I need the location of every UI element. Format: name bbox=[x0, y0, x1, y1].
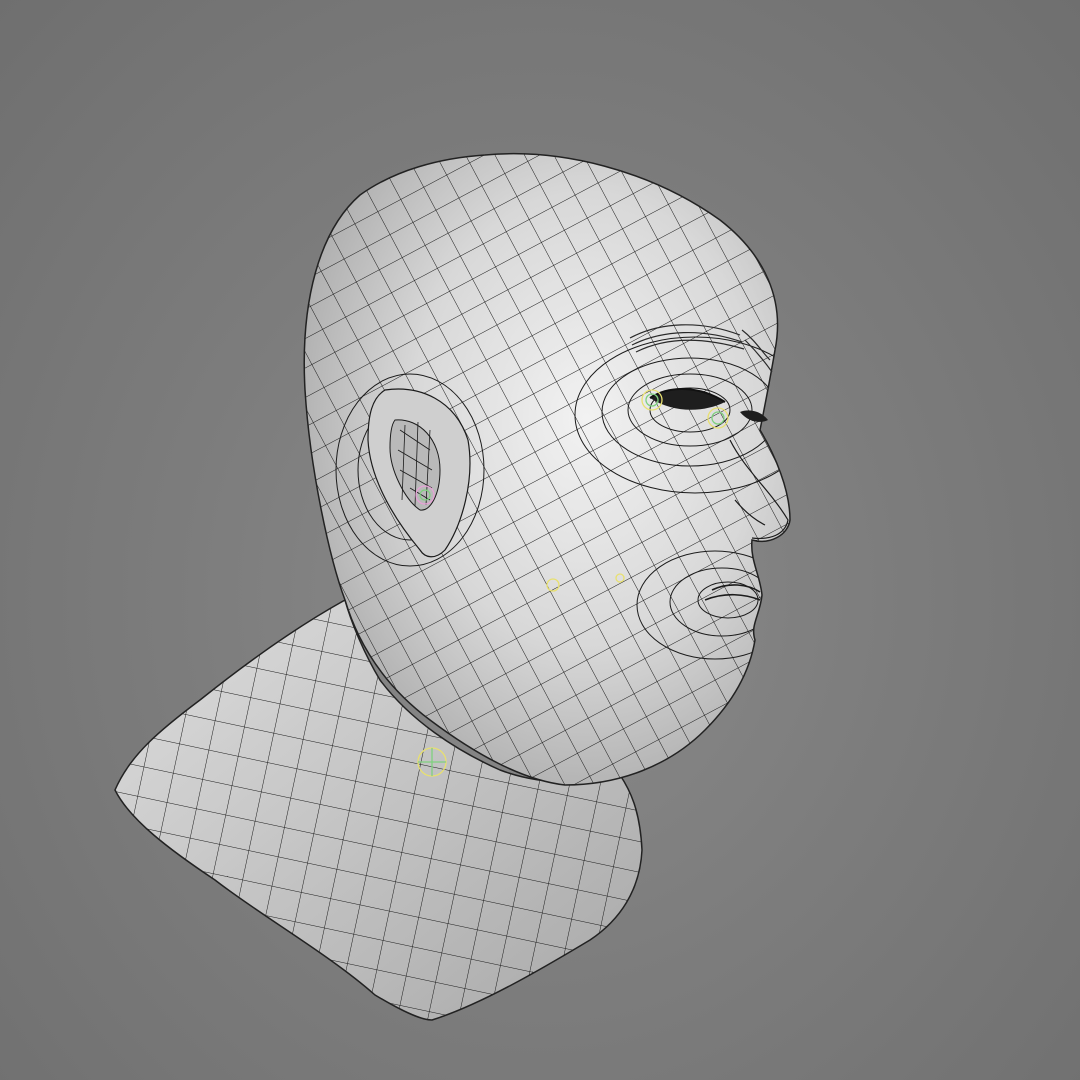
3d-viewport[interactable] bbox=[0, 0, 1080, 1080]
head-model-render[interactable] bbox=[0, 0, 1080, 1080]
